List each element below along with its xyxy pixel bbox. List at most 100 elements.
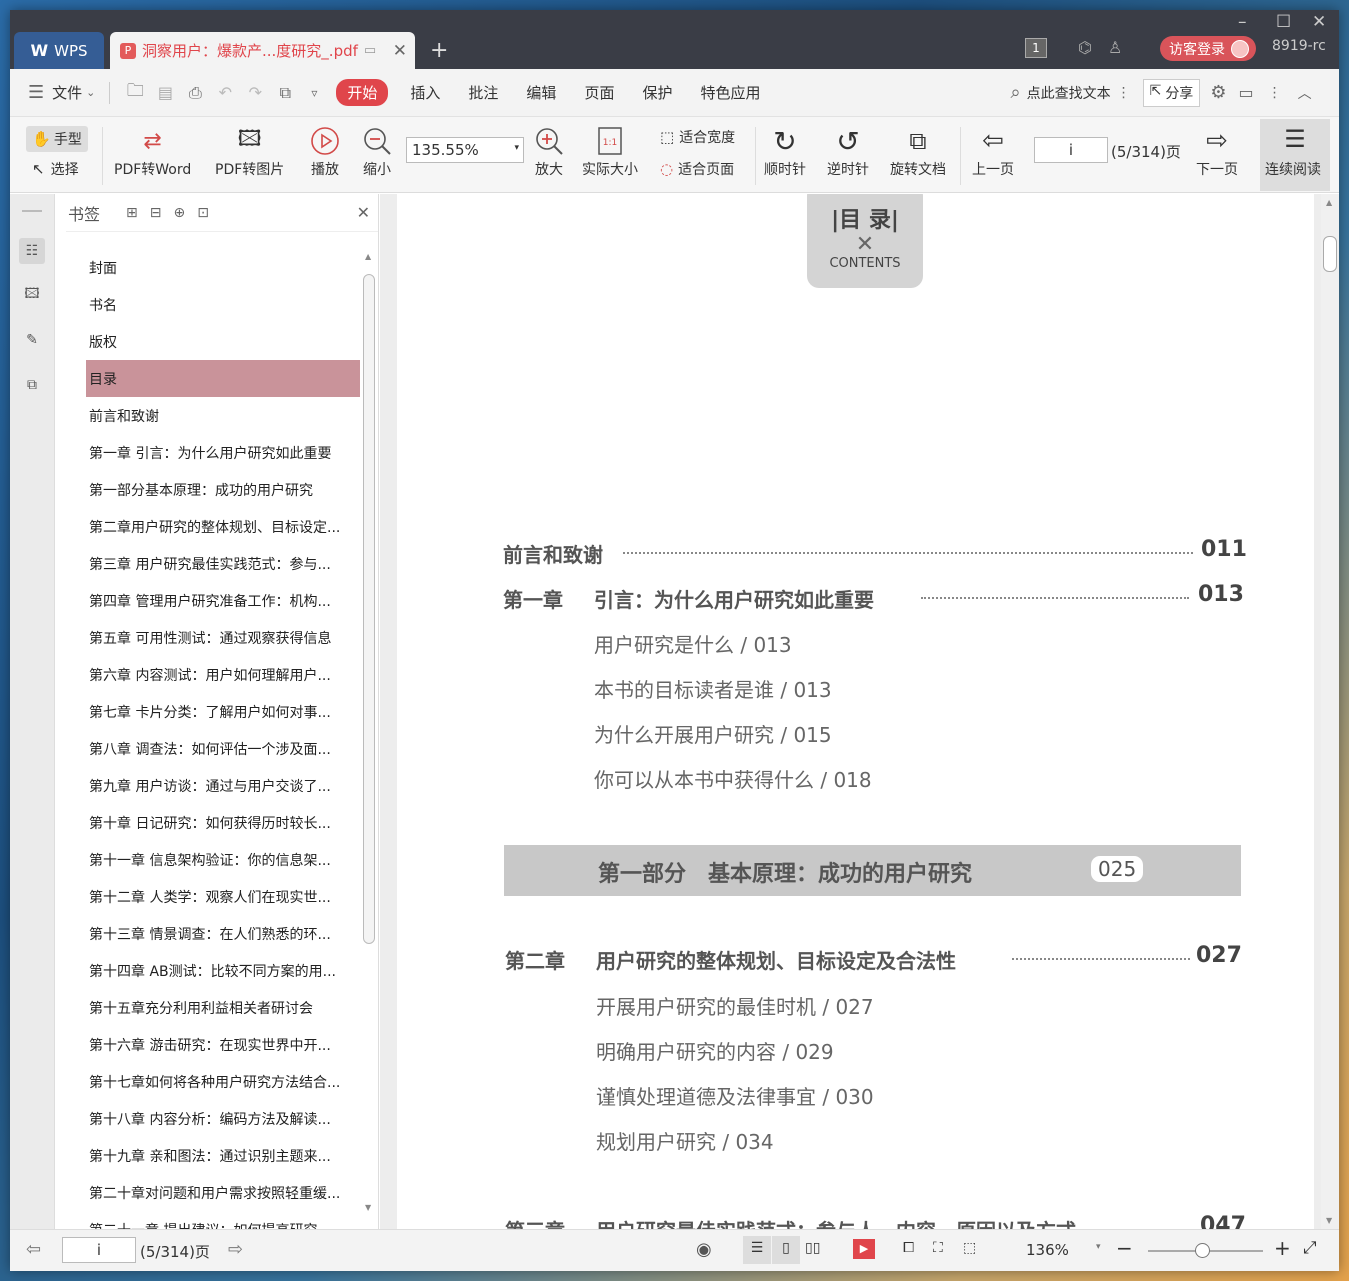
toc-ch2-sub[interactable]: 开展用户研究的最佳时机 / 027: [596, 991, 874, 1020]
bookmark-item[interactable]: ▶第五章 可用性测试：通过观察获得信息: [86, 619, 360, 656]
bookmark-item[interactable]: ▶第十四章 AB测试：比较不同方案的用...: [86, 952, 360, 989]
more-vertical-icon[interactable]: ⋮: [1117, 85, 1131, 101]
bookmark-item[interactable]: ▶第十六章 游击研究：在现实世界中开...: [86, 1026, 360, 1063]
toc-ch2-sub[interactable]: 规划用户研究 / 034: [596, 1126, 774, 1155]
document-scrollbar[interactable]: ▲ ▼: [1321, 194, 1339, 1229]
toc-ch1-sub[interactable]: 你可以从本书中获得什么 / 018: [594, 764, 872, 793]
collapse-ribbon-icon[interactable]: ︿: [1298, 83, 1312, 103]
open-folder-icon[interactable]: 🗀: [120, 78, 150, 107]
status-page-input[interactable]: i: [62, 1237, 136, 1263]
scroll-thumb[interactable]: [1323, 236, 1337, 272]
chevron-down-icon[interactable]: ▾: [1096, 1242, 1101, 1252]
rotate-cw-button[interactable]: ↻ 顺时针: [764, 123, 806, 179]
next-page-icon[interactable]: ⇨: [228, 1239, 243, 1260]
thumbnail-icon[interactable]: 🖾: [19, 282, 45, 308]
bookmark-item[interactable]: ▶第六章 内容测试：用户如何理解用户...: [86, 656, 360, 693]
shirt-icon[interactable]: ♙: [1108, 38, 1122, 57]
bookmark-item[interactable]: 前言和致谢: [86, 397, 360, 434]
more-dropdown-icon[interactable]: ▿: [300, 86, 328, 100]
file-menu[interactable]: 文件: [44, 82, 86, 103]
settings-gear-icon[interactable]: ⚙: [1210, 82, 1226, 103]
prev-page-button[interactable]: ⇦ 上一页: [972, 123, 1014, 179]
zoom-in-status-icon[interactable]: +: [1274, 1236, 1291, 1260]
two-page-icon[interactable]: ▯▯: [805, 1240, 820, 1256]
bookmark-item[interactable]: ▶第十二章 人类学：观察人们在现实世...: [86, 878, 360, 915]
search-icon[interactable]: ⌕: [1010, 82, 1020, 103]
zoom-out-status-icon[interactable]: −: [1116, 1236, 1133, 1260]
menu-annotate[interactable]: 批注: [454, 82, 512, 103]
menu-insert[interactable]: 插入: [396, 82, 454, 103]
fit-page-button[interactable]: ◌ 适合页面: [660, 159, 734, 179]
next-page-button[interactable]: ⇨ 下一页: [1196, 123, 1238, 179]
bookmark-list-icon[interactable]: ☷: [19, 238, 45, 264]
pdf-to-word-button[interactable]: ⇄ PDF转Word: [114, 123, 191, 179]
bookmark-item[interactable]: ▶第二章用户研究的整体规划、目标设定...: [86, 508, 360, 545]
page-number-input[interactable]: i: [1034, 137, 1108, 163]
document-tab[interactable]: P 洞察用户：爆款产...度研究_.pdf ▭ ✕: [110, 32, 415, 69]
select-tool-button[interactable]: ↖ 选择: [32, 159, 79, 179]
bookmark-item[interactable]: ▶第三章 用户研究最佳实践范式：参与...: [86, 545, 360, 582]
bookmark-item[interactable]: ▶第十三章 情景调查：在人们熟悉的环...: [86, 915, 360, 952]
close-tab-icon[interactable]: ✕: [393, 41, 407, 61]
fit-page-status-icon[interactable]: ⛶: [933, 1240, 943, 1256]
export-image-icon[interactable]: ⧉: [270, 83, 300, 103]
new-tab-icon[interactable]: +: [430, 38, 448, 63]
toc-ch2-sub[interactable]: 明确用户研究的内容 / 029: [596, 1036, 834, 1065]
bookmark-item[interactable]: ▶第十七章如何将各种用户研究方法结合...: [86, 1063, 360, 1100]
more-options-icon[interactable]: ⋮: [1268, 85, 1282, 101]
redo-icon[interactable]: ↷: [240, 83, 270, 102]
fit-width-button[interactable]: ⬚ 适合宽度: [660, 127, 735, 147]
bookmark-item[interactable]: 目录: [86, 360, 360, 397]
skin-icon[interactable]: ⌬: [1078, 38, 1092, 57]
annotation-icon[interactable]: ✎: [19, 327, 45, 353]
bookmark-scrollbar[interactable]: ▲ ▼: [362, 252, 376, 1212]
menu-edit[interactable]: 编辑: [512, 82, 570, 103]
chevron-down-icon[interactable]: ⌄: [86, 86, 95, 99]
bookmark-item[interactable]: 书名: [86, 286, 360, 323]
toc-preface-label[interactable]: 前言和致谢: [503, 539, 603, 568]
bookmark-item[interactable]: ▶第四章 管理用户研究准备工作：机构...: [86, 582, 360, 619]
maximize-icon[interactable]: ☐: [1276, 12, 1291, 32]
actual-size-status-icon[interactable]: ⧠: [903, 1240, 914, 1256]
window-count-badge[interactable]: 1: [1025, 38, 1047, 58]
search-text-button[interactable]: 点此查找文本: [1027, 83, 1111, 103]
continuous-read-button[interactable]: ☰ 连续阅读: [1260, 119, 1330, 191]
screen-icon[interactable]: ▭: [364, 43, 376, 58]
zoom-percent[interactable]: 136%: [1026, 1241, 1069, 1259]
add-bookmark-icon[interactable]: ⊕: [173, 205, 185, 221]
hand-tool-button[interactable]: ✋ 手型: [26, 126, 88, 152]
bookmark-item[interactable]: ▶第十五章充分利用利益相关者研讨会: [86, 989, 360, 1026]
bookmark-item[interactable]: ▶第十八章 内容分析：编码方法及解读...: [86, 1100, 360, 1137]
bookmark-item[interactable]: ▶第二十章对问题和用户需求按照轻重缓...: [86, 1174, 360, 1211]
single-page-icon[interactable]: ▯: [772, 1236, 800, 1264]
toc-ch3-title[interactable]: 用户研究最佳实践范式：参与人、内容、原因以及方式: [596, 1215, 1076, 1229]
bookmark-item[interactable]: ▶第八章 调查法：如何评估一个涉及面...: [86, 730, 360, 767]
play-button[interactable]: 播放: [310, 123, 340, 179]
close-window-icon[interactable]: ✕: [1312, 12, 1326, 32]
toc-ch2-sub[interactable]: 谨慎处理道德及法律事宜 / 030: [596, 1081, 874, 1110]
bookmark-item[interactable]: ▶第七章 卡片分类：了解用户如何对事...: [86, 693, 360, 730]
toc-ch1-sub[interactable]: 用户研究是什么 / 013: [594, 629, 792, 658]
part1-banner[interactable]: 第一部分 基本原理：成功的用户研究 025: [504, 845, 1241, 896]
zoom-select[interactable]: 135.55% ▾: [406, 137, 524, 163]
toc-ch1-title[interactable]: 引言：为什么用户研究如此重要: [594, 584, 874, 613]
undo-icon[interactable]: ↶: [210, 83, 240, 102]
minimize-icon[interactable]: –: [1238, 12, 1247, 32]
continuous-view-icon[interactable]: ☰: [743, 1236, 771, 1264]
hamburger-icon[interactable]: ☰: [28, 82, 44, 103]
prev-page-icon[interactable]: ⇦: [26, 1239, 41, 1260]
eye-protection-icon[interactable]: ◉: [696, 1239, 712, 1260]
bookmark-item[interactable]: ▶第十九章 亲和图法：通过识别主题来...: [86, 1137, 360, 1174]
play-slideshow-icon[interactable]: ▶: [853, 1239, 875, 1259]
menu-special[interactable]: 特色应用: [686, 82, 774, 103]
save-icon[interactable]: ▤: [150, 83, 180, 102]
fullscreen-icon[interactable]: ⤢: [1303, 1238, 1317, 1258]
menu-protect[interactable]: 保护: [628, 82, 686, 103]
share-button[interactable]: ⇱ 分享: [1142, 78, 1201, 107]
toc-ch2-title[interactable]: 用户研究的整体规划、目标设定及合法性: [596, 945, 956, 974]
close-panel-icon[interactable]: ✕: [357, 203, 370, 222]
wps-home-tab[interactable]: W WPS: [14, 32, 104, 69]
bookmark-item[interactable]: ▶第九章 用户访谈：通过与用户交谈了...: [86, 767, 360, 804]
bookmark-item[interactable]: ▶第十一章 信息架构验证：你的信息架...: [86, 841, 360, 878]
bookmark-settings-icon[interactable]: ⊡: [197, 205, 209, 221]
